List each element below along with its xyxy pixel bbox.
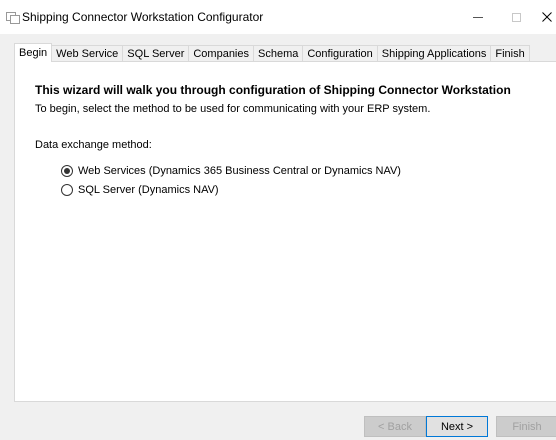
close-button[interactable] bbox=[532, 4, 556, 30]
radio-label-web-services: Web Services (Dynamics 365 Business Cent… bbox=[78, 165, 401, 177]
maximize-button[interactable] bbox=[496, 4, 536, 30]
wizard-intro-text: To begin, select the method to be used f… bbox=[35, 103, 431, 115]
wizard-tabs: Begin Web Service SQL Server Companies S… bbox=[14, 43, 530, 62]
data-exchange-method-label: Data exchange method: bbox=[35, 139, 152, 151]
title-bar: Shipping Connector Workstation Configura… bbox=[0, 0, 556, 34]
minimize-button[interactable] bbox=[458, 4, 498, 30]
window-title: Shipping Connector Workstation Configura… bbox=[22, 10, 264, 24]
radio-label-sql-server: SQL Server (Dynamics NAV) bbox=[78, 184, 219, 196]
tab-configuration[interactable]: Configuration bbox=[302, 45, 378, 62]
tab-shipping-applications[interactable]: Shipping Applications bbox=[376, 45, 492, 62]
back-button[interactable]: < Back bbox=[364, 416, 426, 437]
next-button[interactable]: Next > bbox=[426, 416, 488, 437]
radio-option-sql-server[interactable]: SQL Server (Dynamics NAV) bbox=[61, 184, 219, 196]
radio-option-web-services[interactable]: Web Services (Dynamics 365 Business Cent… bbox=[61, 165, 401, 177]
close-icon bbox=[542, 12, 552, 22]
tab-begin[interactable]: Begin bbox=[14, 43, 53, 62]
tab-web-service[interactable]: Web Service bbox=[51, 45, 124, 62]
maximize-icon bbox=[511, 12, 521, 22]
begin-tab-panel: This wizard will walk you through config… bbox=[14, 61, 556, 402]
app-window-icon bbox=[6, 11, 20, 24]
radio-button-selected[interactable] bbox=[61, 165, 73, 177]
radio-button[interactable] bbox=[61, 184, 73, 196]
wizard-heading: This wizard will walk you through config… bbox=[35, 83, 511, 97]
tab-schema[interactable]: Schema bbox=[253, 45, 304, 62]
tab-sql-server[interactable]: SQL Server bbox=[122, 45, 190, 62]
tab-companies[interactable]: Companies bbox=[188, 45, 254, 62]
tab-finish[interactable]: Finish bbox=[490, 45, 530, 62]
finish-button[interactable]: Finish bbox=[496, 416, 556, 437]
minimize-icon bbox=[473, 16, 483, 18]
configurator-window: Shipping Connector Workstation Configura… bbox=[0, 0, 556, 440]
